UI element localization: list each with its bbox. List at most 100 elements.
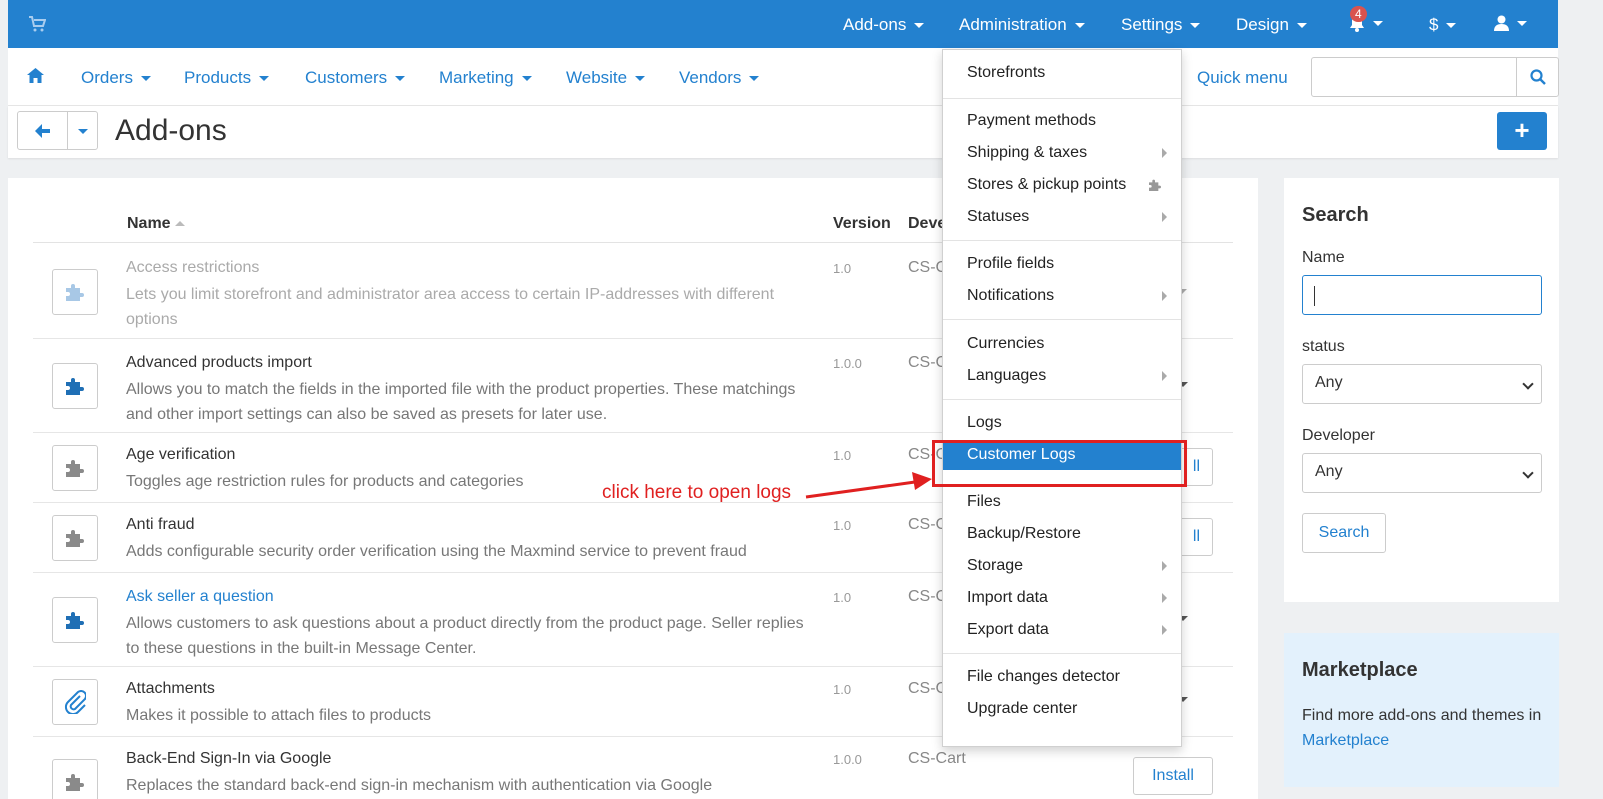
back-button-group[interactable] [17,111,98,150]
chevron-down-icon [1522,467,1534,479]
menu-item-backup-restore[interactable]: Backup/Restore [943,519,1181,549]
puzzle-icon [52,597,98,643]
marketplace-link[interactable]: Marketplace [1302,732,1389,749]
menu-item-files[interactable]: Files [943,487,1181,517]
notification-badge: 4 [1350,6,1367,22]
search-title: Search [1302,204,1369,226]
menu-item-label: Export data [967,621,1049,638]
button-divider [67,112,68,149]
addon-description: Adds configurable security order verific… [126,543,747,560]
menu-item-shipping-taxes[interactable]: Shipping & taxes [943,138,1181,168]
topnav-label: Add-ons [843,15,907,34]
addon-name: Anti fraud [126,516,195,533]
menu-item-upgrade-center[interactable]: Upgrade center [943,694,1181,724]
name-label: Name [1302,249,1345,266]
addon-version: 1.0.0 [833,356,862,371]
text-cursor [1314,286,1315,306]
topnav-design[interactable]: Design [1236,15,1307,35]
arrow-left-icon[interactable] [35,124,50,138]
menu-item-payment-methods[interactable]: Payment methods [943,106,1181,136]
caret-down-icon [521,75,532,81]
caret-down-icon[interactable] [78,129,88,134]
menu-item-file-changes-detector[interactable]: File changes detector [943,662,1181,692]
nav-label: Orders [81,68,133,87]
topnav-administration[interactable]: Administration [959,15,1085,35]
nav-products[interactable]: Products [184,68,270,88]
puzzle-icon [52,759,98,799]
addon-name: Advanced products import [126,354,312,371]
top-search-button[interactable] [1516,58,1558,96]
addon-name: Age verification [126,446,236,463]
addon-name-link[interactable]: Ask seller a question [126,588,274,606]
menu-item-storefronts[interactable]: Storefronts [943,58,1181,88]
caret-down-icon [395,75,406,81]
select-value: Any [1315,463,1343,480]
topnav-addons[interactable]: Add-ons [843,15,925,35]
menu-item-statuses[interactable]: Statuses [943,202,1181,232]
header-label: Name [127,215,171,232]
add-addon-button[interactable]: + [1497,112,1547,150]
column-name-header[interactable]: Name [127,215,186,233]
menu-item-profile-fields[interactable]: Profile fields [943,249,1181,279]
addon-version: 1.0 [833,682,852,697]
title-bar: Add-ons + [8,106,1558,158]
currency-symbol: $ [1429,15,1439,34]
user-icon [1494,15,1509,31]
install-button[interactable]: Install [1133,757,1213,795]
menu-item-storage[interactable]: Storage [943,551,1181,581]
caret-down-icon [140,75,151,81]
caret-down-icon [1446,22,1457,28]
addon-name: Access restrictions [126,259,260,276]
secondary-nav: Orders Products Customers Marketing Webs… [8,48,1559,106]
addon-version: 1.0 [833,518,852,533]
name-search-input[interactable] [1302,275,1542,315]
marketplace-title: Marketplace [1302,659,1418,681]
topnav-settings[interactable]: Settings [1121,15,1201,35]
menu-item-label: Storage [967,557,1024,574]
menu-item-import-data[interactable]: Import data [943,583,1181,613]
cart-icon[interactable] [28,16,46,32]
currency-menu[interactable]: $ [1429,15,1457,35]
status-label: status [1302,338,1345,355]
developer-select[interactable]: Any [1302,453,1542,493]
menu-divider [943,240,1181,241]
quick-menu-link[interactable]: Quick menu [1197,68,1288,88]
topnav-label: Settings [1121,15,1183,34]
menu-item-export-data[interactable]: Export data [943,615,1181,645]
nav-orders[interactable]: Orders [81,68,151,88]
status-select[interactable]: Any [1302,364,1542,404]
nav-label: Products [184,68,252,87]
search-button[interactable]: Search [1302,513,1386,553]
nav-label: Vendors [679,68,742,87]
menu-item-notifications[interactable]: Notifications [943,281,1181,311]
nav-website[interactable]: Website [566,68,646,88]
paperclip-icon [52,679,98,725]
user-menu[interactable] [1494,15,1527,31]
topnav-label: Administration [959,15,1067,34]
nav-marketing[interactable]: Marketing [439,68,532,88]
addon-name: Back-End Sign-In via Google [126,750,332,767]
nav-customers[interactable]: Customers [305,68,406,88]
submenu-arrow-icon [1162,371,1167,381]
menu-item-logs[interactable]: Logs [943,408,1181,438]
addon-version: 1.0 [833,448,852,463]
column-developer-header: Deve [908,215,947,232]
caret-down-icon [749,75,760,81]
top-search-field[interactable] [1311,57,1559,97]
puzzle-icon [52,445,98,491]
highlight-box [932,440,1187,487]
menu-item-stores-pickup[interactable]: Stores & pickup points [943,170,1181,200]
menu-divider [943,319,1181,320]
nav-vendors[interactable]: Vendors [679,68,760,88]
menu-item-currencies[interactable]: Currencies [943,329,1181,359]
menu-item-label: Shipping & taxes [967,144,1088,161]
top-bar [8,0,1558,48]
menu-item-languages[interactable]: Languages [943,361,1181,391]
menu-item-label: Languages [967,367,1047,384]
home-icon[interactable] [27,68,44,83]
addon-developer: CS-Cart [908,750,966,767]
addon-version: 1.0 [833,590,852,605]
submenu-arrow-icon [1162,593,1167,603]
addon-description: Lets you limit storefront and administra… [126,286,775,328]
search-sidebar: Search Name status Any Developer Any Sea… [1284,178,1559,602]
